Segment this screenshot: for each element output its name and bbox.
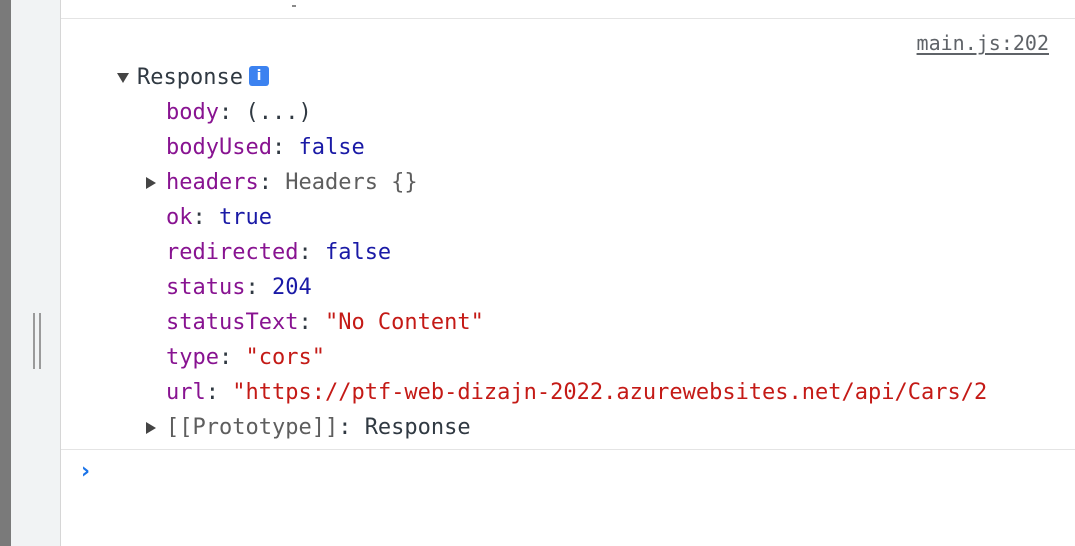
property-row-body: body: (...) [166, 95, 312, 130]
property-key: type [166, 345, 219, 370]
info-icon[interactable]: i [248, 66, 269, 86]
property-key: url [166, 380, 206, 405]
property-key: body [166, 100, 219, 125]
expand-right-icon[interactable] [146, 177, 156, 189]
drag-handle-icon[interactable] [33, 313, 43, 369]
property-separator: : [245, 275, 272, 300]
object-label: Response [137, 65, 243, 90]
left-edge-bar [0, 0, 11, 546]
property-separator: : [298, 310, 325, 335]
message-divider-bottom [61, 449, 1075, 450]
property-row-redirected: redirected: false [166, 235, 391, 270]
property-key: status [166, 275, 246, 300]
expand-down-icon[interactable] [117, 73, 129, 83]
property-separator: : [218, 100, 246, 125]
property-separator: : [205, 380, 233, 405]
property-key: [[Prototype]] [166, 415, 339, 440]
property-separator: : [271, 135, 299, 160]
property-row-status: status: 204 [166, 270, 312, 305]
property-separator: : [298, 240, 325, 265]
property-value-getter[interactable]: (...) [245, 100, 311, 125]
property-row-bodyused: bodyUsed: false [166, 130, 365, 165]
property-separator: : [258, 170, 286, 195]
truncated-mark [292, 5, 296, 7]
property-separator: : [338, 415, 365, 440]
property-row-type: type: "cors" [166, 340, 325, 375]
property-value: false [324, 240, 392, 265]
expand-right-icon[interactable] [146, 422, 156, 434]
property-row-prototype[interactable]: [[Prototype]]: Response [146, 410, 471, 445]
property-value: true [219, 205, 272, 230]
property-value: "https://ptf-web-dizajn-2022.azurewebsit… [232, 380, 988, 405]
property-key: statusText [166, 310, 299, 335]
drag-handle-line-left [33, 313, 35, 369]
property-row-statustext: statusText: "No Content" [166, 305, 484, 340]
property-separator: : [192, 205, 219, 230]
chevron-right-icon: › [81, 459, 91, 484]
property-row-ok: ok: true [166, 200, 272, 235]
source-link[interactable]: main.js:202 [917, 31, 1049, 55]
property-value: "No Content" [324, 310, 484, 335]
property-key: redirected [166, 240, 299, 265]
drag-handle-line-right [39, 313, 41, 369]
property-value: "cors" [245, 345, 325, 370]
message-divider-top [61, 18, 1075, 19]
property-separator: : [218, 345, 246, 370]
console-input[interactable] [105, 458, 1049, 492]
property-value: Headers {} [285, 170, 418, 195]
property-row-headers[interactable]: headers: Headers {} [146, 165, 418, 200]
response-object-header[interactable]: Response i [117, 60, 269, 95]
property-key: headers [166, 170, 259, 195]
property-value: 204 [271, 275, 312, 300]
property-value: Response [364, 415, 471, 440]
console-panel: main.js:202 Response i body: (...) bodyUs… [61, 0, 1075, 546]
property-row-url: url: "https://ptf-web-dizajn-2022.azurew… [166, 375, 987, 410]
property-key: bodyUsed [166, 135, 272, 160]
property-key: ok [166, 205, 193, 230]
property-value: false [298, 135, 365, 160]
console-gutter [11, 0, 61, 546]
